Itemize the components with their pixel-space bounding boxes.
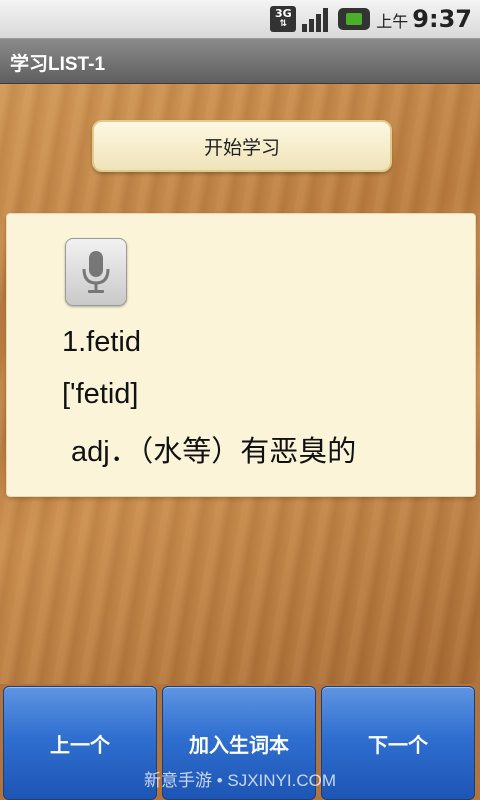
page-title: 学习LIST-1: [10, 54, 106, 75]
pronounce-button[interactable]: [65, 238, 127, 306]
signal-bars-icon: [302, 6, 332, 32]
microphone-icon: [82, 251, 110, 293]
clock-ampm: 上午: [376, 12, 409, 31]
3g-signal-icon: 3G ⇅: [270, 6, 297, 32]
status-icons: 3G ⇅ 上午 9:37: [270, 4, 472, 34]
watermark: 新意手游 • SJXINYI.COM: [143, 771, 337, 790]
status-bar: 3G ⇅ 上午 9:37: [0, 0, 480, 39]
phonetic-text: ['fetid]: [62, 378, 139, 410]
start-learning-button[interactable]: 开始学习: [92, 120, 392, 172]
battery-icon: [338, 8, 371, 30]
network-label: 3G: [274, 7, 292, 20]
title-bar: 学习LIST-1: [0, 39, 480, 84]
word-text: 1.fetid: [62, 326, 141, 358]
clock-time: 9:37: [412, 5, 472, 33]
definition-text: adj．（水等）有恶臭的: [71, 436, 357, 468]
word-card: 1.fetid ['fetid] adj．（水等）有恶臭的: [6, 213, 476, 497]
clock: 上午 9:37: [376, 5, 472, 33]
